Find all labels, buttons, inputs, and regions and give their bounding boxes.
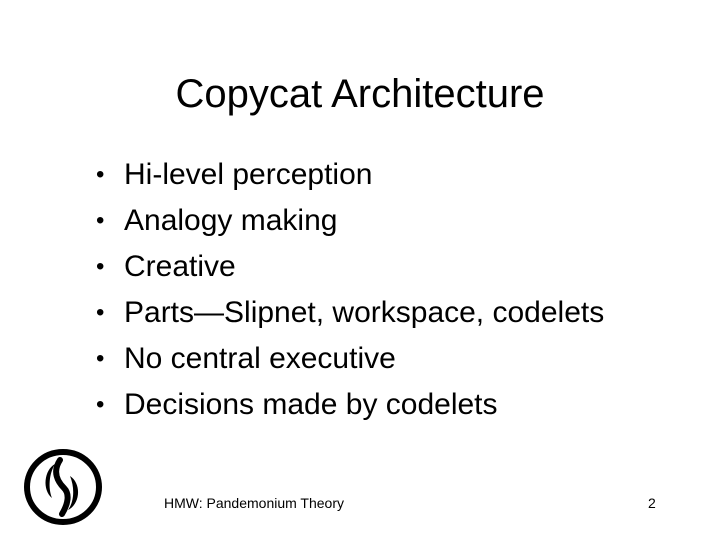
bullet-text: Decisions made by codelets xyxy=(124,388,498,421)
bullet-item: • Analogy making xyxy=(96,198,604,244)
bullet-list: • Hi-level perception • Analogy making •… xyxy=(96,152,604,428)
bullet-text: Parts—Slipnet, workspace, codelets xyxy=(124,296,605,329)
slide-title: Copycat Architecture xyxy=(175,72,545,116)
bullet-text: Analogy making xyxy=(124,204,338,237)
bullet-icon: • xyxy=(96,299,105,326)
slide: Copycat Architecture • Hi-level percepti… xyxy=(0,0,720,540)
ellipse-logo-icon xyxy=(24,449,102,525)
bullet-icon: • xyxy=(96,253,105,280)
bullet-icon: • xyxy=(96,161,105,188)
bullet-icon: • xyxy=(96,207,105,234)
page-number: 2 xyxy=(648,495,656,511)
bullet-item: • Creative xyxy=(96,244,604,290)
footer-text: HMW: Pandemonium Theory xyxy=(164,495,344,511)
bullet-text: No central executive xyxy=(124,342,396,375)
bullet-item: • Parts—Slipnet, workspace, codelets xyxy=(96,290,604,336)
bullet-item: • Decisions made by codelets xyxy=(96,382,604,428)
bullet-icon: • xyxy=(96,391,105,418)
bullet-text: Creative xyxy=(124,250,236,283)
bullet-icon: • xyxy=(96,345,105,372)
bullet-item: • No central executive xyxy=(96,336,604,382)
bullet-item: • Hi-level perception xyxy=(96,152,604,198)
bullet-text: Hi-level perception xyxy=(124,158,373,191)
